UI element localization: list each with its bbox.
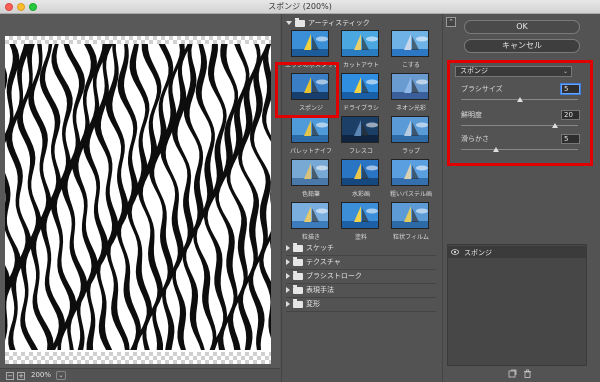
category-label: スケッチ [306,244,334,252]
filter-thumbnail[interactable]: フレスコ [337,114,385,158]
preview-canvas[interactable] [5,36,271,364]
category-label: テクスチャ [306,258,341,266]
trash-icon[interactable] [523,369,532,378]
zoom-out-button[interactable]: − [6,372,14,380]
smoothness-slider-thumb[interactable] [493,147,500,152]
sailboat-thumbnail-image [391,116,429,143]
chevron-right-icon [286,245,290,251]
sailboat-thumbnail-image [341,116,379,143]
preview-pane [0,14,280,368]
filter-thumbnail[interactable]: 色鉛筆 [287,157,335,201]
filter-thumbnail[interactable]: ラップ [387,114,435,158]
filter-thumbnail[interactable]: 塗料 [337,200,385,244]
filter-thumbnail-label: 塗料 [354,234,367,241]
filter-thumbnail-label: 粒描き [301,234,320,241]
title-bar: スポンジ (200%) [0,0,600,14]
category-label: ブラシストローク [306,272,362,280]
chevron-right-icon [286,287,290,293]
category-label: 表現手法 [306,286,334,294]
zoom-level: 200% [31,371,52,379]
param-label-definition: 鮮明度 [461,111,482,119]
filter-thumbnail-label: ラップ [401,148,420,155]
category-row[interactable]: テクスチャ [286,256,341,268]
folder-icon [293,284,303,294]
sailboat-thumbnail-image [341,202,379,229]
param-label-brush-size: ブラシサイズ [461,85,503,93]
chevron-right-icon [286,259,290,265]
sailboat-thumbnail-image [341,159,379,186]
filter-select-value: スポンジ [460,67,488,75]
collapse-gallery-button[interactable]: ⌃ [446,17,456,27]
zoom-bar: − + 200% ⌄ [0,368,280,382]
new-effect-layer-icon[interactable] [508,369,517,378]
folder-icon [293,256,303,266]
category-row[interactable]: ブラシストローク [286,270,362,282]
filter-thumbnail-label: フレスコ [348,148,373,155]
category-label: アーティスティック [308,19,370,27]
folder-icon [295,17,305,27]
filter-thumbnail[interactable]: ネオン光彩 [387,71,435,115]
filter-thumbnail-label: パレットナイフ [289,148,332,155]
filter-thumbnail[interactable]: 粒状フィルム [387,200,435,244]
category-label: 変形 [306,300,320,308]
effect-layers-panel [447,244,587,366]
sailboat-thumbnail-image [291,116,329,143]
chevron-right-icon [286,273,290,279]
chevron-down-icon: ⌄ [562,68,568,75]
filter-thumbnail-label: ネオン光彩 [395,105,426,112]
sailboat-thumbnail-image [391,73,429,100]
effect-layer-label: スポンジ [464,249,492,257]
brush-size-slider-thumb[interactable] [516,97,523,102]
ok-button[interactable]: OK [464,20,580,34]
filter-thumbnail[interactable]: パレットナイフ [287,114,335,158]
selected-filter-highlight [275,62,339,118]
definition-slider[interactable] [461,125,578,126]
filter-thumbnail[interactable]: 粗いパステル画 [387,157,435,201]
filter-thumbnail[interactable]: カットアウト [337,28,385,72]
filter-thumbnail-label: ドライブラシ [343,105,379,112]
sailboat-thumbnail-image [291,30,329,57]
filter-thumbnail[interactable]: ドライブラシ [337,71,385,115]
smoothness-slider[interactable] [461,149,578,150]
filter-thumbnail-label: 水彩画 [351,191,370,198]
filter-thumbnail[interactable]: 水彩画 [337,157,385,201]
filter-thumbnail-label: 粒状フィルム [393,234,429,241]
filter-thumbnail-label: カットアウト [342,62,379,69]
category-row[interactable]: 表現手法 [286,284,334,296]
definition-slider-thumb[interactable] [551,123,558,128]
sailboat-thumbnail-image [291,159,329,186]
sailboat-thumbnail-image [391,159,429,186]
sailboat-thumbnail-image [291,202,329,229]
filter-thumbnail[interactable]: 粒描き [287,200,335,244]
filter-thumbnail-label: こする [402,62,420,69]
category-row[interactable]: スケッチ [286,242,334,254]
smoothness-input[interactable]: 5 [561,134,580,144]
sailboat-thumbnail-image [341,30,379,57]
filter-select[interactable]: スポンジ ⌄ [455,66,572,77]
divider [286,311,436,312]
folder-icon [293,242,303,252]
folder-icon [293,298,303,308]
brush-size-input[interactable]: 5 [561,84,580,94]
category-row[interactable]: 変形 [286,298,320,310]
sailboat-thumbnail-image [391,30,429,57]
folder-icon [293,270,303,280]
zebra-stripe-preview [5,44,271,352]
zoom-menu-button[interactable]: ⌄ [56,371,66,380]
zoom-in-button[interactable]: + [17,372,25,380]
definition-input[interactable]: 20 [561,110,580,120]
window-title: スポンジ (200%) [268,2,332,11]
filter-thumbnail-label: 粗いパステル画 [389,191,432,198]
chevron-right-icon [286,301,290,307]
visibility-eye-icon[interactable] [451,249,459,255]
sailboat-thumbnail-image [391,202,429,229]
filter-thumbnail-label: 色鉛筆 [301,191,320,198]
cancel-button[interactable]: キャンセル [464,39,580,53]
param-label-smoothness: 滑らかさ [461,135,489,143]
filter-thumbnail[interactable]: こする [387,28,435,72]
sailboat-thumbnail-image [341,73,379,100]
chevron-down-icon [286,21,292,25]
